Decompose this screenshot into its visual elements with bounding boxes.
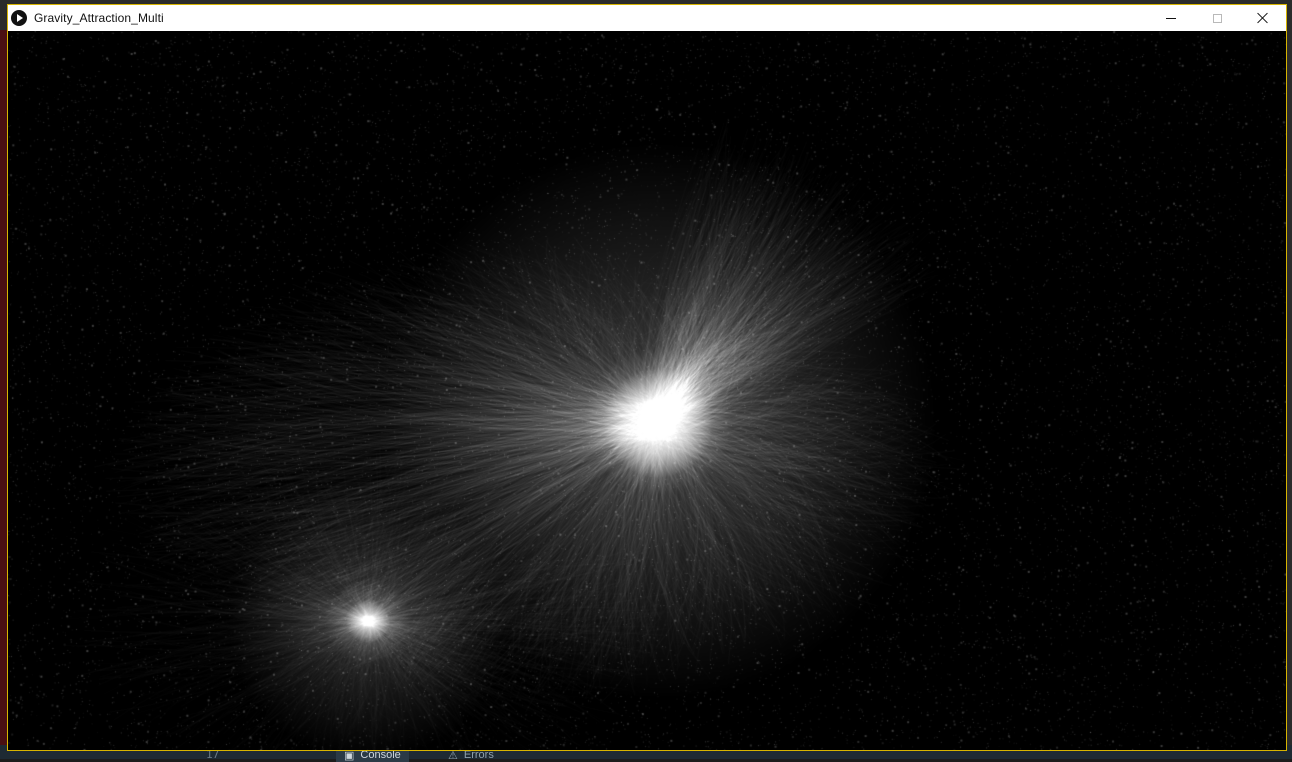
maximize-icon xyxy=(1213,14,1222,23)
close-icon xyxy=(1257,12,1269,24)
window-title: Gravity_Attraction_Multi xyxy=(34,11,164,25)
close-button[interactable] xyxy=(1240,5,1286,31)
background-editor-strip xyxy=(0,30,7,759)
minimize-icon xyxy=(1166,18,1176,19)
maximize-button[interactable] xyxy=(1194,5,1240,31)
play-circle-icon xyxy=(11,10,27,26)
sketch-canvas-area[interactable] xyxy=(8,31,1286,750)
window-controls xyxy=(1148,5,1286,31)
title-bar[interactable]: Gravity_Attraction_Multi xyxy=(8,5,1286,31)
particle-simulation-canvas[interactable] xyxy=(8,31,1286,750)
sketch-window: Gravity_Attraction_Multi xyxy=(7,4,1287,751)
minimize-button[interactable] xyxy=(1148,5,1194,31)
